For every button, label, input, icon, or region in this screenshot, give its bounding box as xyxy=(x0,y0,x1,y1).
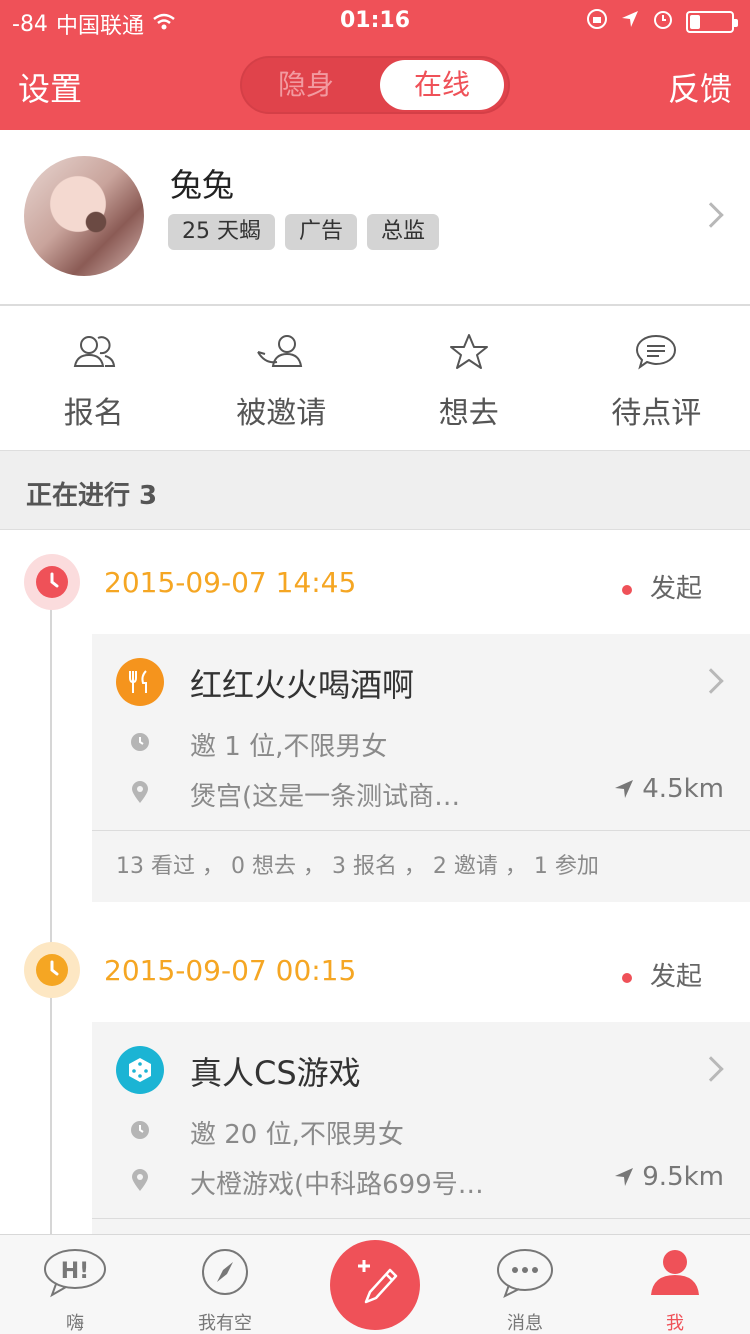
dice-icon xyxy=(116,1046,164,1094)
settings-button[interactable]: 设置 xyxy=(18,64,82,110)
person-icon xyxy=(651,1250,699,1295)
profile-tags: 25 天蝎 广告 总监 xyxy=(168,214,440,250)
chevron-right-icon xyxy=(698,202,724,228)
location-pin-icon xyxy=(130,780,150,808)
svg-text:H!: H! xyxy=(61,1259,89,1284)
timeline-line xyxy=(50,582,52,1242)
tab-messages-label: 消息 xyxy=(507,1313,543,1334)
action-signup[interactable]: 报名 xyxy=(0,306,188,450)
top-header: -84 中国联通 01:16 设置 隐身 在线 反馈 xyxy=(0,0,750,130)
location-pin-icon xyxy=(130,1168,150,1196)
event-status: 发起 xyxy=(621,568,702,605)
timeline-dot xyxy=(24,942,80,998)
feedback-button[interactable]: 反馈 xyxy=(668,64,732,110)
action-invited[interactable]: 被邀请 xyxy=(188,306,376,450)
clock-icon xyxy=(130,732,150,756)
event-status-label: 发起 xyxy=(649,574,702,604)
event-distance-value: 9.5km xyxy=(642,1162,724,1192)
timeline-dot xyxy=(24,554,80,610)
toggle-online[interactable]: 在线 xyxy=(380,60,504,110)
event-status-label: 发起 xyxy=(649,962,702,992)
tab-me[interactable]: 我 xyxy=(600,1235,750,1334)
status-dot xyxy=(621,972,632,983)
clock-icon xyxy=(130,1120,150,1144)
avatar[interactable] xyxy=(24,156,144,276)
event-title: 红红火火喝酒啊 xyxy=(190,666,415,704)
event-card[interactable]: 红红火火喝酒啊 邀 1 位,不限男女 煲宫(这是一条测试商… 4.5km 13 … xyxy=(92,634,750,902)
compass-icon xyxy=(202,1249,248,1295)
ongoing-section-header: 正在进行 3 xyxy=(0,450,750,530)
event-distance-value: 4.5km xyxy=(642,774,724,804)
event-invite-info: 邀 20 位,不限男女 xyxy=(190,1120,404,1150)
tag-age-zodiac: 25 天蝎 xyxy=(168,214,275,250)
food-icon xyxy=(116,658,164,706)
event-stats: 13 看过 ， 0 想去 ， 3 报名 ， 2 邀请 ， 1 参加 xyxy=(92,830,750,902)
profile-card[interactable]: 兔兔 25 天蝎 广告 总监 xyxy=(0,130,750,306)
action-pending-review[interactable]: 待点评 xyxy=(563,306,750,450)
navigation-arrow-icon xyxy=(615,780,634,798)
chevron-right-icon xyxy=(698,668,724,694)
event-card[interactable]: 真人CS游戏 邀 20 位,不限男女 大橙游戏(中科路699号… 9.5km xyxy=(92,1022,750,1234)
action-invited-label: 被邀请 xyxy=(236,396,327,431)
status-bar: -84 中国联通 01:16 xyxy=(0,0,750,42)
clock-icon xyxy=(36,566,68,598)
action-pending-review-label: 待点评 xyxy=(611,396,702,431)
action-want-to-go-label: 想去 xyxy=(438,396,499,431)
event-location: 大橙游戏(中科路699号… xyxy=(190,1170,484,1200)
clock-icon xyxy=(36,954,68,986)
location-arrow-icon xyxy=(620,9,640,35)
event-location: 煲宫(这是一条测试商… xyxy=(190,782,461,812)
tab-available-label: 我有空 xyxy=(198,1313,252,1334)
event-title: 真人CS游戏 xyxy=(190,1054,361,1092)
battery-level xyxy=(690,15,700,29)
hi-bubble-icon: H! xyxy=(44,1249,106,1298)
tag-position: 总监 xyxy=(367,214,440,250)
battery-icon xyxy=(686,11,738,33)
status-dot xyxy=(621,584,632,595)
toggle-invisible[interactable]: 隐身 xyxy=(240,56,372,114)
comment-icon xyxy=(636,334,677,370)
alarm-icon xyxy=(652,8,674,36)
users-icon xyxy=(73,336,115,367)
event-distance: 9.5km xyxy=(614,1162,724,1192)
online-status-toggle[interactable]: 隐身 在线 xyxy=(240,56,510,114)
card-divider xyxy=(92,1218,750,1219)
tab-available[interactable]: 我有空 xyxy=(150,1235,300,1334)
tab-hi[interactable]: H! 嗨 xyxy=(0,1235,150,1334)
rotation-lock-icon xyxy=(586,8,608,36)
message-icon xyxy=(497,1249,553,1299)
profile-name: 兔兔 xyxy=(170,166,235,204)
star-icon xyxy=(449,334,488,369)
tab-me-label: 我 xyxy=(666,1313,684,1334)
invited-icon xyxy=(257,335,303,367)
navigation-arrow-icon xyxy=(615,1168,634,1186)
action-want-to-go[interactable]: 想去 xyxy=(375,306,563,450)
pencil-plus-icon xyxy=(358,1260,398,1304)
tab-messages[interactable]: 消息 xyxy=(450,1235,600,1334)
tag-industry: 广告 xyxy=(285,214,358,250)
event-date: 2015-09-07 14:45 xyxy=(104,566,357,599)
event-invite-info: 邀 1 位,不限男女 xyxy=(190,732,388,762)
create-event-button[interactable] xyxy=(330,1240,420,1330)
event-status: 发起 xyxy=(621,956,702,993)
action-signup-label: 报名 xyxy=(63,396,124,431)
event-distance: 4.5km xyxy=(614,774,724,804)
quick-actions: 报名 被邀请 想去 待点评 xyxy=(0,306,750,450)
tab-hi-label: 嗨 xyxy=(66,1313,84,1334)
section-title: 正在进行 3 xyxy=(26,481,158,511)
event-date: 2015-09-07 00:15 xyxy=(104,954,357,987)
chevron-right-icon xyxy=(698,1056,724,1082)
